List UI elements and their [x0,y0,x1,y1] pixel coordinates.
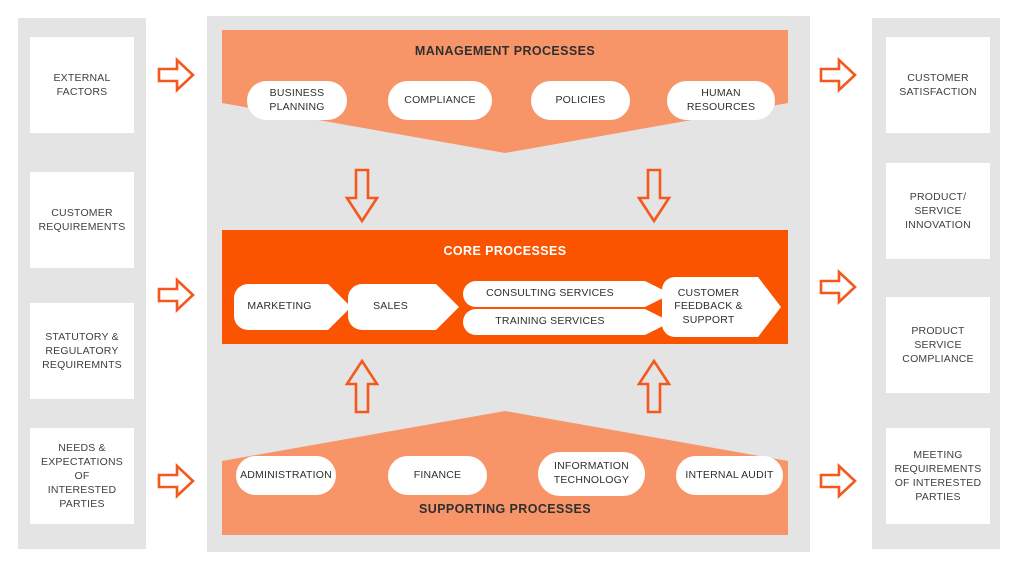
output-arrow-3-right-arrow-icon [819,462,857,500]
input-arrow-2-right-arrow-icon [157,276,195,314]
pill-label: BUSINESS PLANNING [269,86,325,113]
input-box-needs-expectations[interactable]: NEEDS & EXPECTATIONS OF INTERESTED PARTI… [30,428,134,524]
pill-label: COMPLIANCE [404,93,476,106]
supporting-to-core-arrow-left-up-arrow-icon [344,358,380,414]
chevron-label: SALES [373,300,408,313]
core-chevron-marketing[interactable]: MARKETING [234,284,351,330]
input-arrow-1-right-arrow-icon [157,56,195,94]
pill-label: HUMAN RESOURCES [686,86,756,113]
input-box-label: NEEDS & EXPECTATIONS OF INTERESTED PARTI… [41,441,123,511]
core-chevron-consulting-services[interactable]: CONSULTING SERVICES [463,281,671,307]
input-box-label: EXTERNAL FACTORS [53,71,111,98]
pill-label: ADMINISTRATION [240,468,332,481]
output-arrow-2-right-arrow-icon [819,268,857,306]
management-pill-policies[interactable]: POLICIES [531,81,630,120]
supporting-pill-information-technology[interactable]: INFORMATION TECHNOLOGY [538,452,645,496]
core-chevron-training-services[interactable]: TRAINING SERVICES [463,309,671,335]
management-to-core-arrow-left-down-arrow-icon [344,168,380,224]
output-box-label: CUSTOMER SATISFACTION [899,71,977,98]
input-box-label: STATUTORY & REGULATORY REQUIREMNTS [42,330,122,372]
core-chevron-sales[interactable]: SALES [348,284,459,330]
pill-label: INTERNAL AUDIT [685,468,774,481]
chevron-label: CUSTOMER FEEDBACK & SUPPORT [674,286,743,326]
supporting-to-core-arrow-right-up-arrow-icon [636,358,672,414]
input-box-external-factors[interactable]: EXTERNAL FACTORS [30,37,134,133]
core-processes-title: CORE PROCESSES [443,244,567,258]
management-pill-business-planning[interactable]: BUSINESS PLANNING [247,81,347,120]
output-box-product-service-innovation[interactable]: PRODUCT/ SERVICE INNOVATION [886,163,990,259]
input-arrow-3-right-arrow-icon [157,462,195,500]
input-box-label: CUSTOMER REQUIREMENTS [38,206,126,233]
pill-label: INFORMATION TECHNOLOGY [553,460,630,486]
input-box-statutory-regulatory[interactable]: STATUTORY & REGULATORY REQUIREMNTS [30,303,134,399]
management-to-core-arrow-right-down-arrow-icon [636,168,672,224]
management-pill-compliance[interactable]: COMPLIANCE [388,81,492,120]
chevron-label: CONSULTING SERVICES [486,287,614,300]
input-box-customer-requirements[interactable]: CUSTOMER REQUIREMENTS [30,172,134,268]
chevron-label: MARKETING [247,300,312,313]
output-box-customer-satisfaction[interactable]: CUSTOMER SATISFACTION [886,37,990,133]
supporting-pill-administration[interactable]: ADMINISTRATION [236,456,336,495]
output-box-label: PRODUCT/ SERVICE INNOVATION [905,190,971,232]
supporting-pill-internal-audit[interactable]: INTERNAL AUDIT [676,456,783,495]
supporting-processes-title: SUPPORTING PROCESSES [419,502,591,516]
pill-label: FINANCE [413,468,462,481]
output-box-product-service-compliance[interactable]: PRODUCT SERVICE COMPLIANCE [886,297,990,393]
supporting-pill-finance[interactable]: FINANCE [388,456,487,495]
management-pill-human-resources[interactable]: HUMAN RESOURCES [667,81,775,120]
output-arrow-1-right-arrow-icon [819,56,857,94]
output-box-meeting-requirements[interactable]: MEETING REQUIREMENTS OF INTERESTED PARTI… [886,428,990,524]
output-box-label: MEETING REQUIREMENTS OF INTERESTED PARTI… [894,448,982,504]
output-box-label: PRODUCT SERVICE COMPLIANCE [902,324,974,366]
process-map-diagram: EXTERNAL FACTORS CUSTOMER REQUIREMENTS S… [0,0,1024,571]
chevron-label: TRAINING SERVICES [495,315,605,328]
management-processes-title: MANAGEMENT PROCESSES [414,44,596,58]
pill-label: POLICIES [555,93,606,106]
core-chevron-customer-feedback-support[interactable]: CUSTOMER FEEDBACK & SUPPORT [662,277,781,337]
